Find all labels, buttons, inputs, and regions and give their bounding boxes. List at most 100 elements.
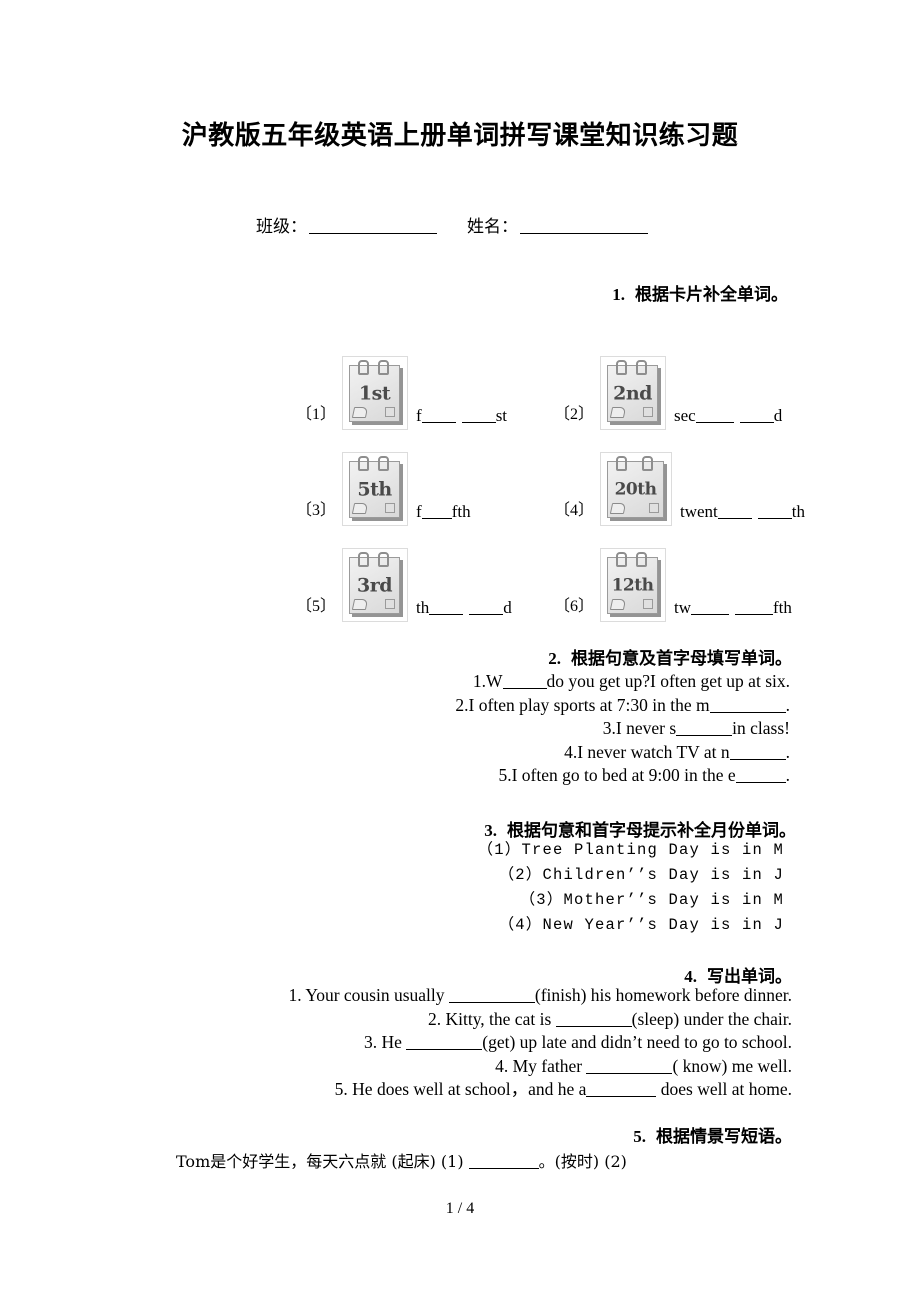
- question-line: 1. Your cousin usually (finish) his home…: [288, 984, 792, 1008]
- answer-blank[interactable]: [586, 1060, 673, 1074]
- answer-prompt-2: sec d: [674, 407, 782, 430]
- answer-blank[interactable]: [421, 505, 452, 519]
- page-number: 1 / 4: [445, 1200, 475, 1217]
- page-title: 沪教版五年级英语上册单词拼写课堂知识练习题: [181, 121, 739, 151]
- question-prefix: 1.W: [472, 671, 503, 691]
- question-line: 1.W do you get up?I often get up at six.: [455, 670, 790, 694]
- question-prefix: 4. My father: [495, 1055, 587, 1076]
- calendar-icon-label: 12th: [611, 575, 654, 596]
- answer-blank[interactable]: [735, 601, 774, 615]
- section-5-number: 5.: [633, 1127, 646, 1146]
- question-line: Tom是个好学生，每天六点就 (起床) (1) 。(按时) (2): [176, 1148, 627, 1172]
- question-suffix: (sleep) under the chair.: [631, 1008, 792, 1029]
- calendar-icon: 2nd: [600, 356, 667, 430]
- answer-blank[interactable]: [586, 1083, 657, 1097]
- answer-blank[interactable]: [448, 989, 535, 1003]
- answer-blank[interactable]: [757, 505, 792, 519]
- item-number: 〔2〕: [554, 406, 595, 423]
- calendar-icon: 5th: [342, 452, 409, 526]
- section-1-heading: 1. 根据卡片补全单词。: [612, 280, 788, 305]
- question-suffix: .: [785, 765, 790, 785]
- answer-blank[interactable]: [429, 601, 464, 615]
- prompt-suffix: fth: [773, 598, 792, 617]
- question-prefix: 5. He does well at school，and he a: [334, 1079, 587, 1099]
- card-item-6: 〔6〕 12th tw fth: [554, 526, 792, 622]
- card-item-2: 〔2〕 2nd sec d: [554, 334, 782, 430]
- section-4-questions: 1. Your cousin usually (finish) his home…: [288, 984, 792, 1102]
- answer-prompt-4: twent th: [680, 503, 805, 526]
- calendar-icon-label: 5th: [357, 478, 392, 501]
- question-prefix: 4.I never watch TV at n: [564, 741, 730, 762]
- question-prefix: 5.I often go to bed at 9:00 in the e: [498, 765, 736, 785]
- question-suffix: .: [785, 694, 790, 715]
- answer-blank[interactable]: [729, 746, 786, 760]
- section-5-heading: 5. 根据情景写短语。: [633, 1122, 792, 1147]
- card-item-5: 〔5〕 3rd th d: [296, 526, 512, 622]
- question-suffix: does well at home.: [656, 1079, 792, 1099]
- section-2-title: 根据句意及首字母填写单词。: [571, 649, 792, 669]
- section-2-number: 2.: [548, 649, 561, 668]
- item-number: 〔5〕: [296, 598, 337, 615]
- answer-blank[interactable]: [461, 409, 496, 423]
- question-line: 3.I never s in class!: [455, 717, 790, 741]
- answer-blank[interactable]: [709, 699, 786, 713]
- question-line: （2）Children’’s Day is in J: [498, 866, 784, 884]
- question-suffix: .: [785, 741, 790, 762]
- prompt-prefix: th: [416, 598, 430, 617]
- question-prefix: 2.I often play sports at 7:30 in the m: [455, 694, 710, 715]
- item-number: 〔1〕: [296, 406, 337, 423]
- name-blank[interactable]: [520, 218, 648, 234]
- card-row: 〔3〕 5th f fth 〔4〕 20th twent th: [296, 430, 805, 526]
- question-prefix: 3. He: [363, 1032, 407, 1052]
- calendar-icon-label: 1st: [358, 382, 391, 405]
- answer-blank[interactable]: [739, 409, 774, 423]
- prompt-prefix: twent: [680, 502, 718, 521]
- answer-blank[interactable]: [695, 409, 734, 423]
- question-prefix: 3.I never s: [602, 718, 677, 738]
- question-suffix: 。(按时) (2): [538, 1152, 627, 1171]
- answer-blank[interactable]: [421, 409, 456, 423]
- question-line: 2.I often play sports at 7:30 in the m.: [455, 694, 790, 718]
- answer-blank[interactable]: [469, 601, 504, 615]
- document-page: 沪教版五年级英语上册单词拼写课堂知识练习题 班级： 姓名： 1. 根据卡片补全单词。…: [0, 0, 920, 1302]
- question-suffix: in class!: [732, 718, 790, 738]
- section-3-questions: （1）Tree Planting Day is in M （2）Children…: [478, 838, 784, 938]
- calendar-icon: 3rd: [342, 548, 409, 622]
- question-line: 5.I often go to bed at 9:00 in the e.: [455, 764, 790, 788]
- item-number: 〔4〕: [554, 502, 595, 519]
- card-item-4: 〔4〕 20th twent th: [554, 430, 805, 526]
- answer-blank[interactable]: [468, 1155, 539, 1169]
- prompt-suffix: d: [503, 598, 512, 617]
- card-row: 〔5〕 3rd th d 〔6〕 12th tw fth: [296, 526, 796, 622]
- class-blank[interactable]: [309, 218, 437, 234]
- section-1-number: 1.: [612, 285, 625, 304]
- calendar-icon: 20th: [600, 452, 673, 526]
- question-line: （1）Tree Planting Day is in M: [477, 841, 784, 859]
- card-row: 〔1〕 1st f st 〔2〕 2nd sec d: [296, 334, 796, 430]
- prompt-suffix: st: [495, 406, 508, 425]
- calendar-icon-label: 3rd: [357, 574, 393, 597]
- item-number: 〔3〕: [296, 502, 337, 519]
- answer-blank[interactable]: [555, 1013, 632, 1027]
- answer-blank[interactable]: [691, 601, 730, 615]
- item-number: 〔6〕: [554, 598, 595, 615]
- section-5-title: 根据情景写短语。: [656, 1127, 792, 1147]
- card-item-3: 〔3〕 5th f fth: [296, 430, 471, 526]
- calendar-icon-label: 2nd: [613, 382, 652, 405]
- question-suffix: (get) up late and didn’t need to go to s…: [482, 1032, 792, 1052]
- prompt-suffix: fth: [451, 502, 471, 521]
- section-1-title: 根据卡片补全单词。: [635, 285, 788, 305]
- question-line: 4.I never watch TV at n.: [455, 741, 790, 765]
- question-line: （4）New Year’’s Day is in J: [498, 916, 784, 934]
- question-line: 2. Kitty, the cat is (sleep) under the c…: [288, 1008, 792, 1032]
- answer-prompt-6: tw fth: [674, 599, 792, 622]
- answer-blank[interactable]: [735, 769, 786, 783]
- prompt-suffix: th: [791, 502, 806, 521]
- answer-blank[interactable]: [406, 1036, 483, 1050]
- answer-blank[interactable]: [717, 505, 752, 519]
- section-1-card-grid: 〔1〕 1st f st 〔2〕 2nd sec d 〔3〕 5th f fth…: [296, 334, 805, 622]
- question-line: （3）Mother’’s Day is in M: [519, 891, 784, 909]
- answer-blank[interactable]: [502, 675, 547, 689]
- calendar-icon: 12th: [600, 548, 667, 622]
- answer-blank[interactable]: [676, 722, 733, 736]
